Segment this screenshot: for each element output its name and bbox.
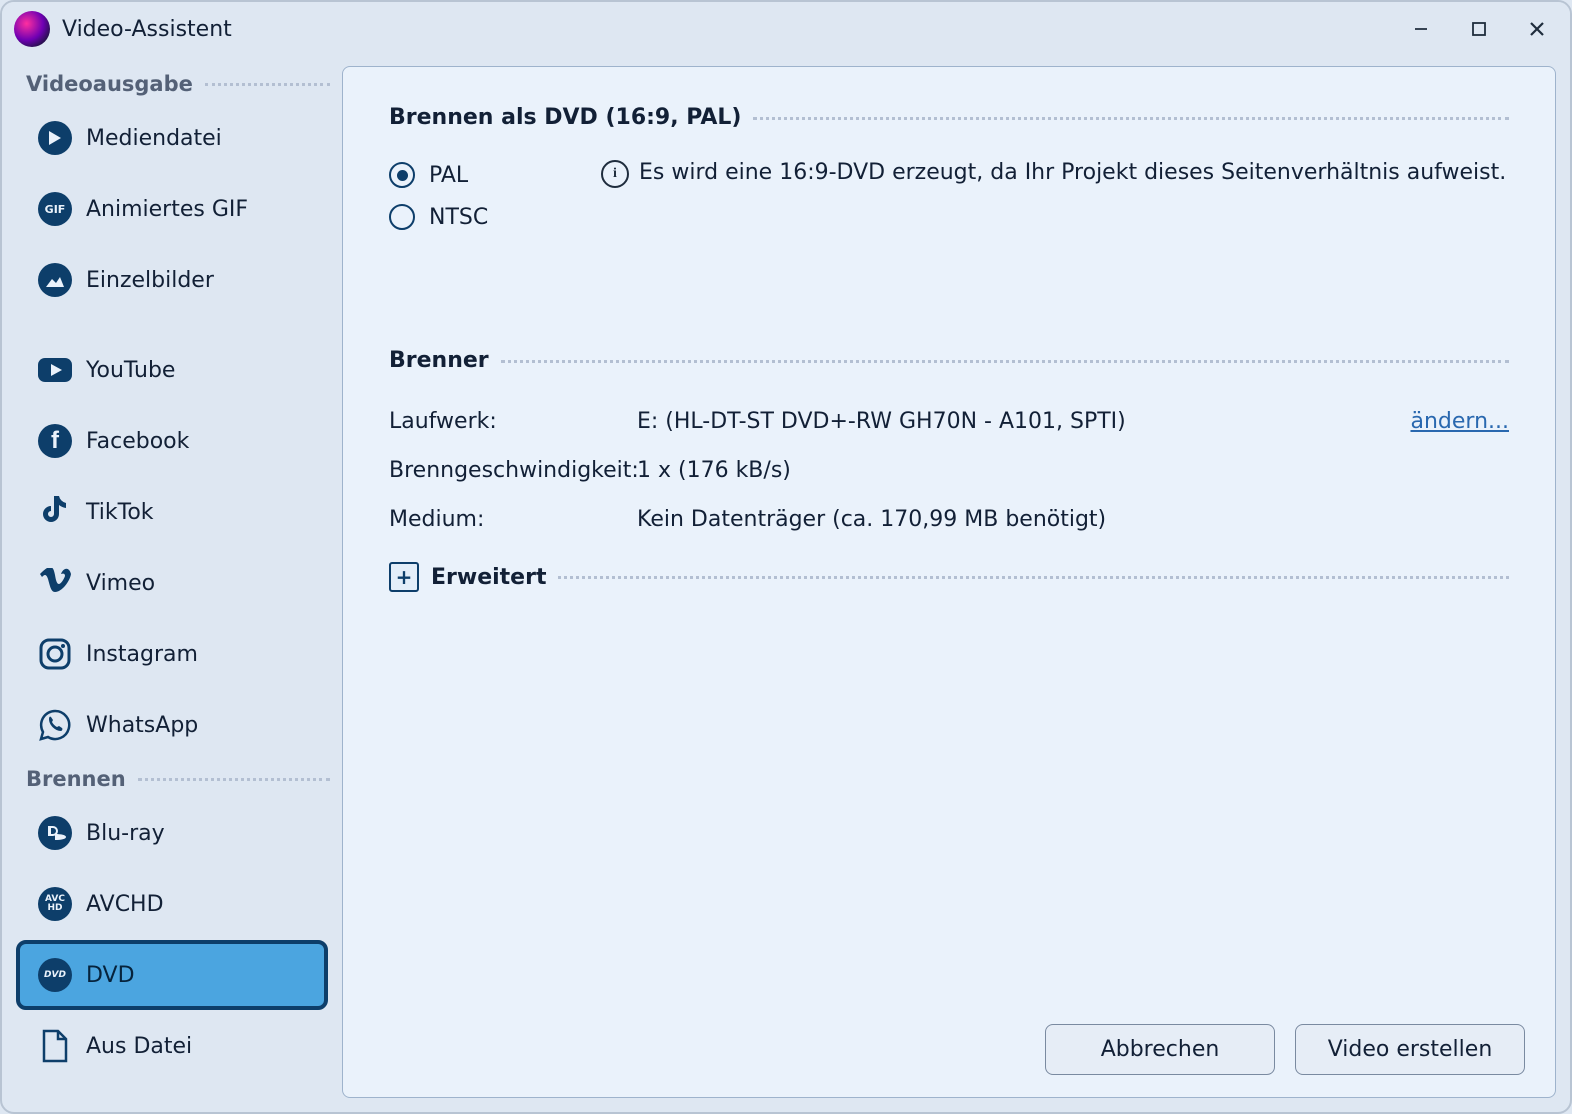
- section-title: Brenner: [389, 348, 489, 373]
- sidebar-item-vimeo[interactable]: Vimeo: [16, 548, 328, 618]
- sidebar-item-bluray[interactable]: Blu-ray: [16, 798, 328, 868]
- vimeo-icon: [38, 566, 72, 600]
- divider-dots: [501, 359, 1509, 363]
- sidebar-item-label: Instagram: [86, 642, 198, 667]
- medium-label: Medium:: [389, 507, 637, 532]
- speed-label: Brenngeschwindigkeit:: [389, 458, 637, 483]
- sidebar-item-avchd[interactable]: AVCHD AVCHD: [16, 869, 328, 939]
- sidebar-item-whatsapp[interactable]: WhatsApp: [16, 690, 328, 760]
- section-title: Brennen als DVD (16:9, PAL): [389, 105, 741, 130]
- sidebar-group-burn: Brennen: [2, 761, 342, 797]
- speed-value: 1 x (176 kB/s): [637, 458, 1509, 483]
- sidebar-item-label: YouTube: [86, 358, 175, 383]
- row-medium: Medium: Kein Datenträger (ca. 170,99 MB …: [389, 495, 1509, 544]
- drive-value: E: (HL-DT-ST DVD+-RW GH70N - A101, SPTI): [637, 409, 1410, 434]
- sidebar-group-output: Videoausgabe: [2, 66, 342, 102]
- sidebar: Videoausgabe Mediendatei GIF Animiertes …: [2, 56, 342, 1112]
- file-icon: [38, 1029, 72, 1063]
- sidebar-item-tiktok[interactable]: TikTok: [16, 477, 328, 547]
- sidebar-item-media-file[interactable]: Mediendatei: [16, 103, 328, 173]
- sidebar-item-label: Blu-ray: [86, 821, 165, 846]
- cancel-button[interactable]: Abbrechen: [1045, 1024, 1275, 1075]
- maximize-icon: [1471, 21, 1487, 37]
- radio-ntsc-row[interactable]: NTSC: [389, 196, 589, 238]
- radio-pal-row[interactable]: PAL: [389, 154, 589, 196]
- drive-change-link[interactable]: ändern...: [1410, 409, 1509, 434]
- radio-pal[interactable]: [389, 162, 415, 188]
- sidebar-item-dvd[interactable]: DVD DVD: [16, 940, 328, 1010]
- sidebar-item-label: Einzelbilder: [86, 268, 214, 293]
- sidebar-item-label: Mediendatei: [86, 126, 222, 151]
- minimize-button[interactable]: [1392, 9, 1450, 49]
- sidebar-item-facebook[interactable]: f Facebook: [16, 406, 328, 476]
- image-icon: [38, 263, 72, 297]
- sidebar-item-label: Animiertes GIF: [86, 197, 248, 222]
- sidebar-item-label: WhatsApp: [86, 713, 198, 738]
- sidebar-item-animated-gif[interactable]: GIF Animiertes GIF: [16, 174, 328, 244]
- avchd-icon: AVCHD: [38, 887, 72, 921]
- info-icon: i: [601, 160, 629, 188]
- dvd-icon: DVD: [38, 958, 72, 992]
- facebook-icon: f: [38, 424, 72, 458]
- sidebar-item-label: AVCHD: [86, 892, 164, 917]
- minimize-icon: [1413, 21, 1429, 37]
- sidebar-group-label: Videoausgabe: [26, 72, 193, 96]
- instagram-icon: [38, 637, 72, 671]
- divider-dots: [205, 82, 330, 86]
- medium-value: Kein Datenträger (ca. 170,99 MB benötigt…: [637, 507, 1509, 532]
- close-button[interactable]: [1508, 9, 1566, 49]
- sidebar-item-label: Vimeo: [86, 571, 155, 596]
- youtube-icon: [38, 353, 72, 387]
- sidebar-item-label: Facebook: [86, 429, 189, 454]
- divider-dots: [558, 575, 1509, 579]
- play-icon: [38, 121, 72, 155]
- sidebar-item-label: Aus Datei: [86, 1034, 192, 1059]
- expander-button[interactable]: +: [389, 562, 419, 592]
- sidebar-item-label: DVD: [86, 963, 135, 988]
- sidebar-item-single-images[interactable]: Einzelbilder: [16, 245, 328, 315]
- row-speed: Brenngeschwindigkeit: 1 x (176 kB/s): [389, 446, 1509, 495]
- sidebar-item-youtube[interactable]: YouTube: [16, 335, 328, 405]
- section-burn-as-dvd: Brennen als DVD (16:9, PAL): [389, 105, 1509, 130]
- tiktok-icon: [38, 495, 72, 529]
- gif-icon: GIF: [38, 192, 72, 226]
- sidebar-item-label: TikTok: [86, 500, 154, 525]
- main-panel: Brennen als DVD (16:9, PAL) PAL NTSC: [342, 66, 1556, 1098]
- sidebar-item-from-file[interactable]: Aus Datei: [16, 1011, 328, 1081]
- radio-pal-label: PAL: [429, 163, 468, 188]
- divider-dots: [753, 116, 1509, 120]
- radio-ntsc[interactable]: [389, 204, 415, 230]
- app-icon: [14, 11, 50, 47]
- radio-ntsc-label: NTSC: [429, 205, 488, 230]
- drive-label: Laufwerk:: [389, 409, 637, 434]
- maximize-button[interactable]: [1450, 9, 1508, 49]
- close-icon: [1529, 21, 1545, 37]
- sidebar-item-instagram[interactable]: Instagram: [16, 619, 328, 689]
- divider-dots: [138, 777, 330, 781]
- expander-label: Erweitert: [431, 565, 546, 590]
- bluray-icon: [38, 816, 72, 850]
- info-text: Es wird eine 16:9-DVD erzeugt, da Ihr Pr…: [639, 160, 1506, 185]
- footer: Abbrechen Video erstellen: [343, 1007, 1555, 1097]
- section-burner: Brenner: [389, 348, 1509, 373]
- row-drive: Laufwerk: E: (HL-DT-ST DVD+-RW GH70N - A…: [389, 397, 1509, 446]
- app-title: Video-Assistent: [62, 17, 1392, 42]
- create-video-button[interactable]: Video erstellen: [1295, 1024, 1525, 1075]
- whatsapp-icon: [38, 708, 72, 742]
- titlebar: Video-Assistent: [2, 2, 1570, 56]
- sidebar-group-label: Brennen: [26, 767, 126, 791]
